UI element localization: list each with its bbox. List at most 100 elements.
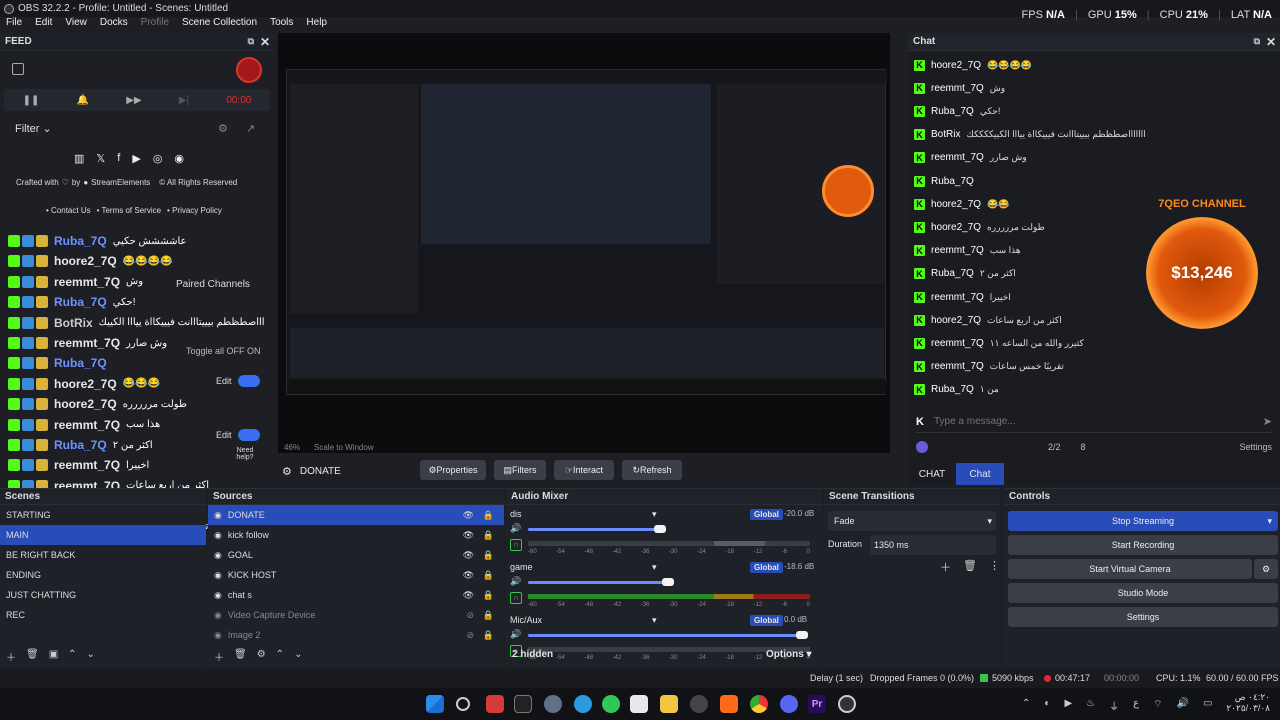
hidden-count[interactable]: 2 hidden [512,649,553,660]
add-transition-icon[interactable]: ＋ [940,559,951,575]
properties-button[interactable]: ⚙ Properties [420,460,486,480]
search-icon[interactable] [456,697,470,711]
volume-knob[interactable] [662,578,674,586]
start-menu-icon[interactable] [426,695,444,713]
stop-streaming-button[interactable]: Stop Streaming ▾ [1008,511,1278,531]
chat-username[interactable]: reemmt_7Q [931,292,984,303]
scene-item[interactable]: ENDING [0,565,206,585]
scene-item[interactable]: BE RIGHT BACK [0,545,206,565]
lock-icon[interactable]: 🔒 [483,570,494,581]
global-badge[interactable]: Global [750,615,783,626]
tray-battery-icon[interactable]: ▭ [1203,698,1212,713]
speaker-icon[interactable]: 🔊 [510,576,521,587]
virtual-camera-settings-icon[interactable]: ⚙ [1254,559,1278,579]
channel-dropdown-icon[interactable]: ▾ [652,509,657,520]
filters-button[interactable]: ▤ Filters [494,460,546,480]
discord-icon[interactable]: ◉ [174,152,184,165]
close-dock-icon[interactable]: ✕ [260,35,270,49]
chat-username[interactable]: hoore2_7Q [931,60,981,71]
visibility-eye-icon[interactable]: 👁 [463,530,474,541]
source-item[interactable]: ◉ KICK HOST 👁 🔒 [208,565,504,585]
twitch-icon[interactable]: ▥ [74,152,84,165]
remove-scene-icon[interactable]: 🗑 [26,649,39,664]
volume-slider[interactable] [528,528,660,531]
source-item[interactable]: ◉ kick follow 👁 🔒 [208,525,504,545]
menu-edit[interactable]: Edit [35,17,52,31]
chat-username[interactable]: reemmt_7Q [931,245,984,256]
visibility-eye-icon[interactable]: 👁 [463,590,474,601]
skip-icon[interactable]: ▶▶ [126,95,141,106]
source-item[interactable]: ◉ Video Capture Device ⊘ 🔒 [208,605,504,625]
close-chat-icon[interactable]: ✕ [1266,35,1276,49]
transition-type-select[interactable]: Fade ▾ [828,511,996,531]
speaker-icon[interactable]: 🔊 [510,629,521,640]
chat-username[interactable]: BotRix [931,129,960,140]
brave-icon[interactable] [720,695,738,713]
visibility-eye-icon[interactable]: 👁 [463,570,474,581]
source-props-icon[interactable]: ⚙ [257,649,266,664]
chat-username[interactable]: reemmt_7Q [931,152,984,163]
studio-mode-button[interactable]: Studio Mode [1008,583,1278,603]
chat-username[interactable]: reemmt_7Q [931,83,984,94]
app-bolt-icon[interactable] [514,695,532,713]
send-icon[interactable]: ➤ [1263,415,1272,428]
app-red-icon[interactable] [486,695,504,713]
zoom-level[interactable]: 46% [284,443,300,452]
x-icon[interactable]: 𝕏 [96,152,105,165]
tray-usb-icon[interactable]: ⏚ [1109,698,1119,713]
chat-username[interactable]: Ruba_7Q [931,384,974,395]
need-help[interactable]: Need help? [234,447,256,461]
visibility-eye-icon[interactable]: ⊘ [466,610,474,621]
source-item[interactable]: ◉ Image 2 ⊘ 🔒 [208,625,504,645]
scene-item[interactable]: MAIN [0,525,206,545]
menu-file[interactable]: File [6,17,22,31]
sidebar-toggle-icon[interactable] [12,63,24,75]
float-dock-icon[interactable]: ⧉ [248,36,254,47]
next-icon[interactable]: ▶| [179,95,189,106]
settings-gear-icon[interactable]: ⚙ [218,122,228,135]
source-down-icon[interactable]: ⌄ [294,649,302,664]
scene-item[interactable]: REC [0,605,206,625]
move-down-icon[interactable]: ⌄ [87,649,95,664]
speaker-icon[interactable]: 🔊 [510,523,521,534]
chat-username[interactable]: Ruba_7Q [931,106,974,117]
lock-icon[interactable]: 🔒 [483,610,494,621]
scene-item[interactable]: JUST CHATTING [0,585,206,605]
chat-username[interactable]: hoore2_7Q [931,222,981,233]
remove-transition-icon[interactable]: 🗑 [963,559,977,575]
visibility-eye-icon[interactable]: ⊘ [466,630,474,641]
monitor-headphones-icon[interactable]: ∩ [510,539,522,551]
app-blue-icon[interactable] [574,695,592,713]
lock-icon[interactable]: 🔒 [483,510,494,521]
visibility-eye-icon[interactable]: 👁 [463,550,474,561]
premiere-icon[interactable]: Pr [808,695,826,713]
menu-profile[interactable]: Profile [141,17,169,31]
settings-app-icon[interactable] [544,695,562,713]
file-explorer-icon[interactable] [660,695,678,713]
external-link-icon[interactable]: ↗ [246,122,255,135]
transition-menu-icon[interactable]: ⋮ [989,559,1000,575]
chat-username[interactable]: hoore2_7Q [931,315,981,326]
volume-slider[interactable] [528,581,668,584]
channel-dropdown-icon[interactable]: ▾ [652,562,657,573]
toggle-switch-2[interactable] [238,429,260,441]
chrome-icon[interactable] [750,695,768,713]
channel-dropdown-icon[interactable]: ▾ [652,615,657,626]
source-item[interactable]: ◉ chat s 👁 🔒 [208,585,504,605]
global-badge[interactable]: Global [750,509,783,520]
lock-icon[interactable]: 🔒 [483,550,494,561]
filter-dropdown[interactable]: Filter ⌄ [15,122,52,135]
scene-filter-icon[interactable]: ▣ [49,649,58,664]
menu-scene-collection[interactable]: Scene Collection [182,17,257,31]
paired-channels[interactable]: Paired Channels [176,279,250,290]
instagram-icon[interactable]: ◎ [153,152,163,165]
duration-spinbox[interactable]: 1350 ms [870,535,996,555]
chat-username[interactable]: Ruba_7Q [931,268,974,279]
pause-icon[interactable]: ❚❚ [23,95,40,106]
tray-wifi-icon[interactable]: ⌔ [1153,698,1162,713]
refresh-button[interactable]: ↻ Refresh [622,460,682,480]
source-item[interactable]: ◉ DONATE 👁 🔒 [208,505,504,525]
discord-app-icon[interactable] [780,695,798,713]
privacy-link[interactable]: • Privacy Policy [167,206,222,215]
chat-message-input[interactable] [933,416,1263,427]
